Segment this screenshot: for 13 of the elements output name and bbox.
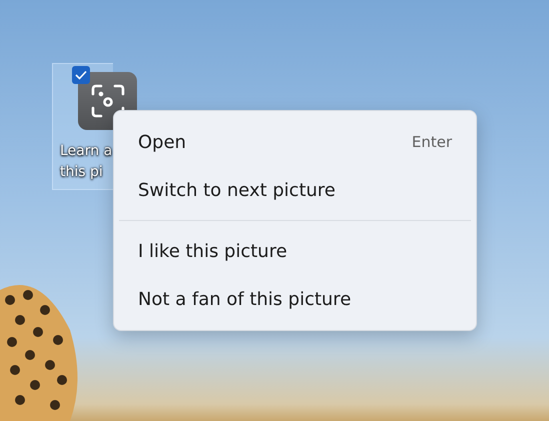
checkmark-icon	[75, 70, 87, 80]
shortcut-hint: Enter	[412, 133, 452, 151]
menu-item-label: Not a fan of this picture	[138, 288, 352, 310]
icon-label: Learn a	[60, 142, 112, 161]
menu-item[interactable]: I like this picture	[119, 227, 471, 275]
menu-item[interactable]: Open Enter	[119, 118, 471, 166]
checkbox[interactable]	[72, 66, 90, 84]
menu-item-label: I like this picture	[138, 240, 288, 262]
menu-item-label: Open	[138, 132, 186, 152]
menu-item-label: Switch to next picture	[138, 180, 336, 200]
menu-item[interactable]: Switch to next picture	[119, 166, 471, 214]
menu-item[interactable]: Not a fan of this picture	[119, 275, 471, 323]
icon-label: this pi	[60, 163, 103, 182]
